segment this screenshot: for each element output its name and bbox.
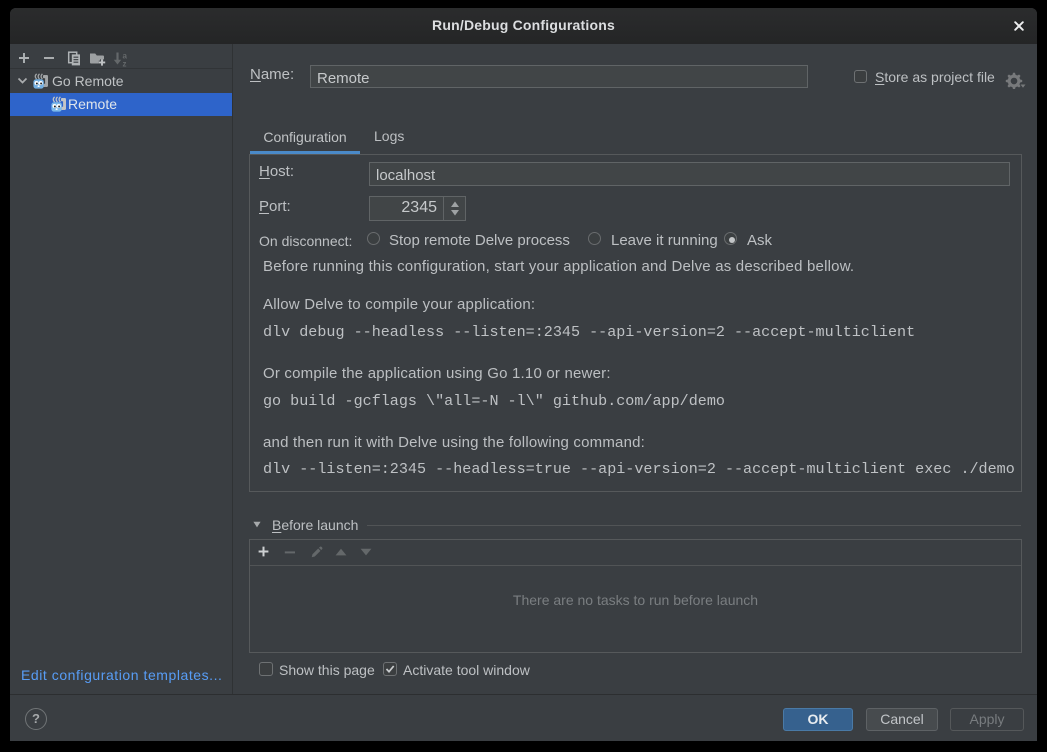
svg-text:z: z: [123, 60, 127, 68]
